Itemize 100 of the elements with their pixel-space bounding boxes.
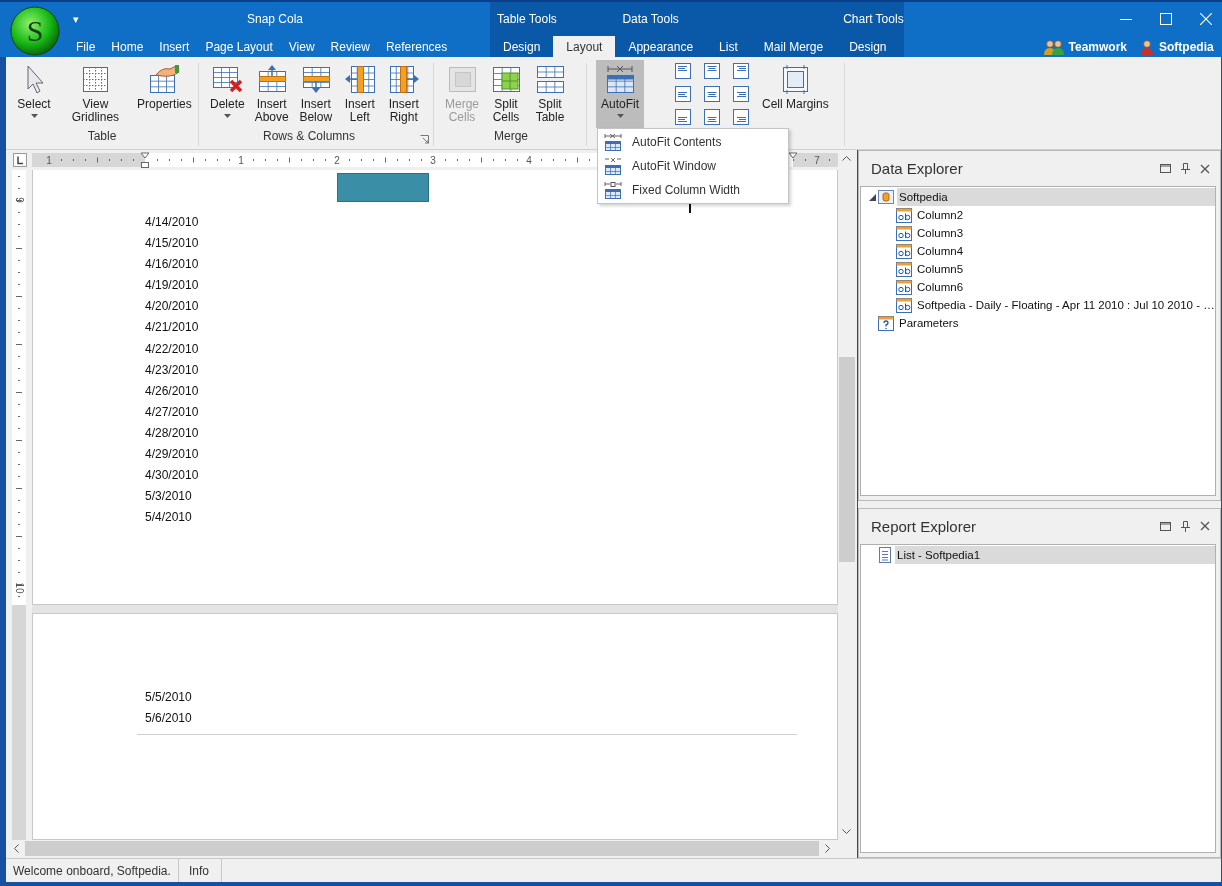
ribbon-button[interactable]: Properties xyxy=(134,60,194,128)
scrollbar-thumb[interactable] xyxy=(838,357,855,562)
field-icon xyxy=(896,243,912,259)
group-label: Merge xyxy=(493,128,529,144)
field-icon xyxy=(896,297,912,313)
user-name[interactable]: Teamwork xyxy=(1068,39,1127,54)
context-tab-label: Table Tools xyxy=(497,12,557,26)
ribbon-tab[interactable]: References xyxy=(377,36,456,57)
date-cell-text: 4/19/2010 xyxy=(145,277,199,295)
ruler-number: 1 xyxy=(238,155,244,166)
ribbon-button[interactable]: Insert Right xyxy=(381,60,426,128)
menu-item[interactable]: AutoFit Window xyxy=(598,154,788,178)
align-middle-right-icon[interactable] xyxy=(733,86,749,102)
tree-item[interactable]: Column3 xyxy=(915,224,1215,242)
pin-icon[interactable] xyxy=(1180,520,1190,532)
split-table-icon xyxy=(534,63,566,95)
indent-marker[interactable] xyxy=(140,152,150,168)
user-name[interactable]: Softpedia xyxy=(1159,39,1214,54)
person-icon xyxy=(1139,38,1155,55)
ribbon-tab[interactable]: Design xyxy=(836,36,900,57)
tree-item[interactable]: Column5 xyxy=(915,260,1215,278)
close-icon[interactable] xyxy=(1199,163,1210,174)
ribbon-tab[interactable]: View xyxy=(280,36,323,57)
align-bottom-left-icon[interactable] xyxy=(675,109,691,125)
ribbon-tab[interactable]: Design xyxy=(490,36,554,57)
date-cell-text: 5/5/2010 xyxy=(145,689,192,706)
pin-icon[interactable] xyxy=(1180,163,1190,174)
tree-item[interactable]: Column4 xyxy=(915,242,1215,260)
ruler-number: 7 xyxy=(814,155,820,166)
tree-item[interactable]: List - Softpedia1 xyxy=(895,545,1215,564)
scroll-left-icon[interactable] xyxy=(14,844,19,853)
quick-access-dropdown[interactable]: ▾ xyxy=(73,12,85,26)
group-label: Rows & Columns xyxy=(262,128,356,144)
caret-icon xyxy=(30,114,38,118)
ribbon-tab[interactable]: File xyxy=(70,36,104,57)
table-header-cell[interactable] xyxy=(337,173,429,202)
scroll-down-icon[interactable] xyxy=(842,829,851,834)
autofit-contents-icon xyxy=(604,133,622,151)
align-bottom-right-icon[interactable] xyxy=(733,109,749,125)
close-icon[interactable] xyxy=(1199,521,1210,531)
caret-icon xyxy=(223,114,231,118)
align-top-left-icon[interactable] xyxy=(675,63,691,79)
app-logo[interactable]: S xyxy=(10,6,60,56)
autofit-window-icon xyxy=(604,157,622,175)
scroll-right-icon[interactable] xyxy=(825,844,830,853)
ribbon-tab[interactable]: Appearance xyxy=(615,36,707,57)
tree-item[interactable]: Parameters xyxy=(897,314,1215,332)
date-cell-text: 4/28/2010 xyxy=(145,424,199,442)
database-icon xyxy=(878,189,894,205)
tab-stop-icon[interactable] xyxy=(13,153,27,167)
insert-column-right-icon xyxy=(387,63,420,95)
ruler-number: 10 xyxy=(13,582,25,594)
align-middle-center-icon[interactable] xyxy=(704,86,720,102)
dropdown-button[interactable]: Select xyxy=(12,60,56,128)
date-cell-text: 4/27/2010 xyxy=(145,403,199,421)
ribbon-tab[interactable]: Review xyxy=(322,36,378,57)
scroll-up-icon[interactable] xyxy=(842,156,851,161)
dropdown-button[interactable]: Delete xyxy=(205,60,250,128)
group-label: Table xyxy=(86,128,118,144)
expanded-arrow-icon[interactable] xyxy=(868,193,876,201)
menu-item[interactable]: AutoFit Contents xyxy=(598,130,788,154)
maximize-icon[interactable] xyxy=(1159,164,1171,173)
align-bottom-center-icon[interactable] xyxy=(704,109,720,125)
tree-item[interactable]: Column6 xyxy=(915,278,1215,296)
ribbon-tab[interactable]: Insert xyxy=(151,36,198,57)
tree-item[interactable]: Column2 xyxy=(915,206,1215,224)
ruler-number: 9 xyxy=(13,197,25,203)
ribbon-button[interactable]: View Gridlines xyxy=(56,60,135,128)
ribbon-button[interactable]: Split Table xyxy=(528,60,572,128)
ribbon-button[interactable]: Insert Above xyxy=(249,60,294,128)
question-icon xyxy=(878,315,894,331)
ribbon-tab[interactable]: Page Layout xyxy=(197,36,281,57)
date-cell-text: 4/15/2010 xyxy=(145,235,199,253)
field-icon xyxy=(896,279,912,295)
date-cell-text: 4/23/2010 xyxy=(145,361,199,379)
maximize-icon[interactable] xyxy=(1159,521,1171,531)
dropdown-button[interactable]: AutoFit xyxy=(596,60,644,128)
dialog-launcher-icon[interactable] xyxy=(420,135,429,144)
indent-marker[interactable] xyxy=(788,152,798,159)
tree-item[interactable]: Softpedia - Daily - Floating - Apr 11 2010 : Jul 10 2010 - … xyxy=(915,296,1215,314)
ribbon-button[interactable]: Insert Left xyxy=(337,60,382,128)
context-tab-label: Chart Tools xyxy=(843,12,904,26)
align-top-right-icon[interactable] xyxy=(733,63,749,79)
field-icon xyxy=(896,225,912,241)
menu-item[interactable]: Fixed Column Width xyxy=(598,178,788,202)
fixed-width-icon xyxy=(604,181,622,199)
date-cell-text: 4/14/2010 xyxy=(145,214,199,231)
ribbon-tab[interactable]: Layout xyxy=(553,36,616,57)
align-top-center-icon[interactable] xyxy=(704,63,720,79)
ribbon-button[interactable]: Split Cells xyxy=(484,60,528,128)
tree-item[interactable]: Softpedia xyxy=(897,188,1215,206)
ribbon-button[interactable]: Cell Margins xyxy=(757,60,834,128)
ribbon-tab[interactable]: Home xyxy=(103,36,152,57)
ribbon-tab[interactable]: Mail Merge xyxy=(750,36,837,57)
scrollbar-thumb[interactable] xyxy=(25,841,819,856)
ribbon-tab[interactable]: List xyxy=(706,36,751,57)
panel-title: Report Explorer xyxy=(871,517,978,535)
status-text: Welcome onboard, Softpedia. xyxy=(6,859,179,882)
align-middle-left-icon[interactable] xyxy=(675,86,691,102)
ribbon-button[interactable]: Insert Below xyxy=(293,60,338,128)
